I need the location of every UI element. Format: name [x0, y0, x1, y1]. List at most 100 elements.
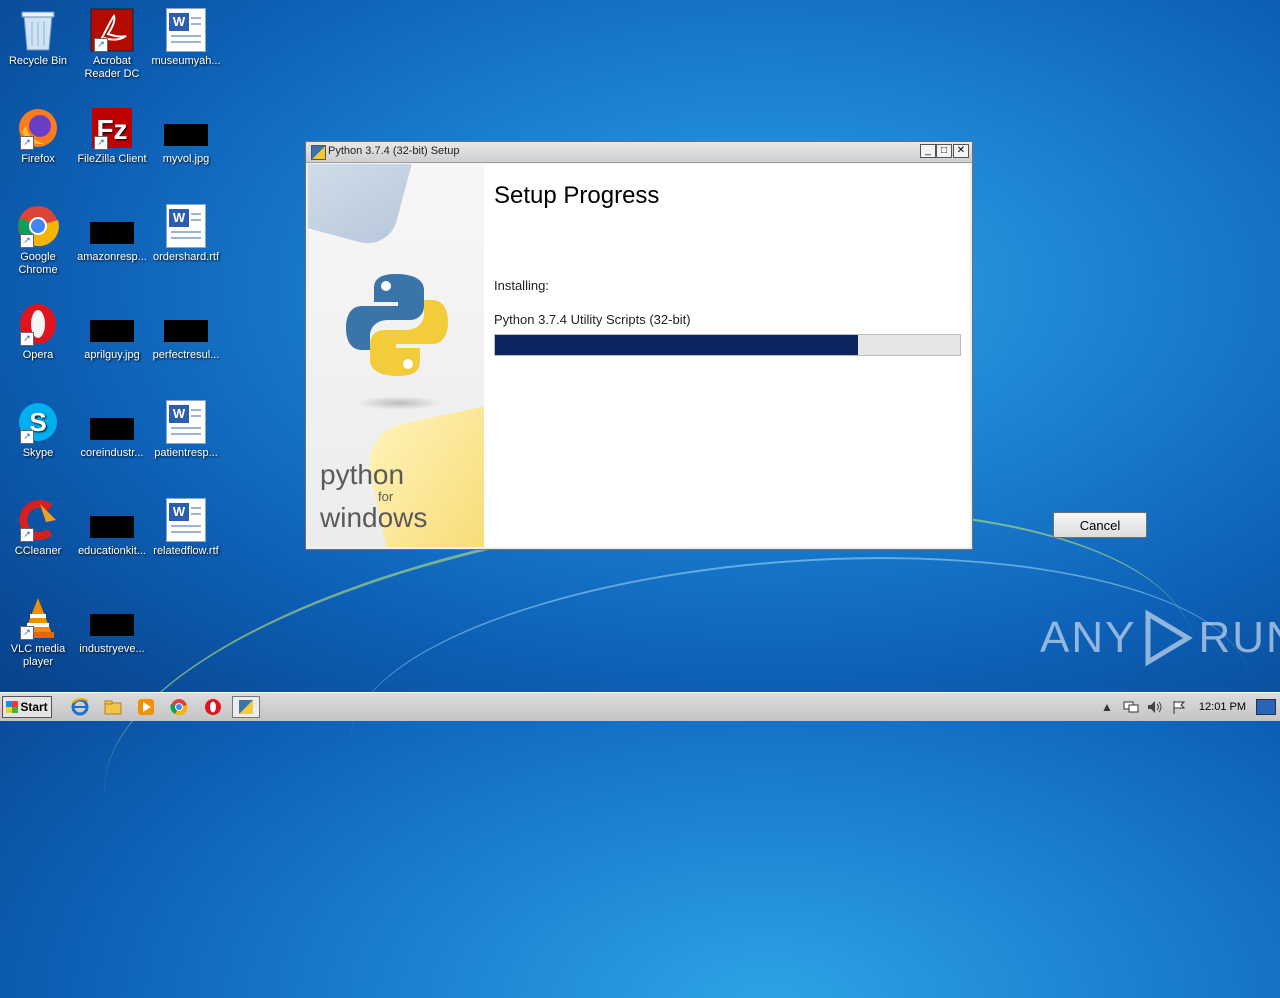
desktop-icon-file[interactable]: W patientresp...	[148, 400, 224, 460]
desktop-icon-label: Acrobat Reader DC	[84, 55, 140, 80]
desktop-icon-file[interactable]: perfectresul...	[148, 302, 224, 362]
desktop-icon-file[interactable]: aprilguy.jpg	[74, 302, 150, 362]
redacted-thumbnail-icon	[90, 498, 134, 542]
action-center-flag-icon[interactable]	[1170, 699, 1188, 715]
python-setup-icon	[239, 700, 253, 714]
desktop-icon-file[interactable]: W museumyah...	[148, 8, 224, 68]
vlc-cone-icon: ↗	[16, 596, 60, 640]
minimize-button[interactable]: _	[920, 144, 936, 158]
desktop-icon-recycle-bin[interactable]: Recycle Bin	[0, 8, 76, 68]
show-hidden-icons-chevron-icon[interactable]: ▲	[1098, 699, 1116, 715]
desktop-icon-file[interactable]: industryeve...	[74, 596, 150, 656]
desktop-icon-google-chrome[interactable]: ↗ Google Chrome	[0, 204, 76, 277]
internet-explorer-icon	[71, 698, 89, 716]
taskbar-chrome[interactable]	[165, 696, 193, 718]
system-tray: ▲ 12:01 PM	[1095, 695, 1280, 719]
python-setup-icon	[311, 145, 326, 160]
desktop-icon-label: myvol.jpg	[162, 153, 210, 165]
installing-label: Installing:	[494, 278, 549, 293]
desktop-icon-opera[interactable]: ↗ Opera	[0, 302, 76, 362]
desktop-icon-label: Recycle Bin	[8, 55, 68, 67]
installer-sidebar: python for windows	[308, 164, 484, 547]
desktop-icon-label: patientresp...	[154, 447, 218, 459]
window-title: Python 3.7.4 (32-bit) Setup	[328, 145, 460, 157]
word-document-icon: W	[164, 8, 208, 52]
desktop-icon-skype[interactable]: S ↗ Skype	[0, 400, 76, 460]
play-triangle-icon	[1145, 610, 1193, 666]
close-button[interactable]: ✕	[953, 144, 969, 158]
taskbar-clock[interactable]: 12:01 PM	[1199, 701, 1246, 713]
desktop-icon-label: perfectresul...	[152, 349, 220, 361]
taskbar-internet-explorer[interactable]	[66, 696, 94, 718]
desktop-icon-label: VLC media player	[10, 643, 66, 668]
desktop-icon-acrobat[interactable]: ↗ Acrobat Reader DC	[74, 8, 150, 81]
opera-icon	[205, 699, 221, 715]
progress-fill	[495, 335, 858, 355]
show-desktop-button[interactable]	[1256, 699, 1276, 715]
redacted-thumbnail-icon	[90, 596, 134, 640]
recycle-bin-icon	[16, 8, 60, 52]
taskbar-opera[interactable]	[199, 696, 227, 718]
desktop-icon-label: coreindustr...	[80, 447, 144, 459]
shortcut-arrow-icon: ↗	[94, 38, 108, 52]
filezilla-icon: Fz ↗	[90, 106, 134, 150]
taskbar-explorer[interactable]	[99, 696, 127, 718]
redacted-thumbnail-icon	[90, 204, 134, 248]
desktop-icon-label: Skype	[22, 447, 54, 459]
shortcut-arrow-icon: ↗	[94, 136, 108, 150]
anyrun-watermark: ANY RUN	[1040, 610, 1280, 666]
desktop-icon-file[interactable]: W ordershard.rtf	[148, 204, 224, 264]
redacted-thumbnail-icon	[164, 106, 208, 150]
cancel-button[interactable]: Cancel	[1053, 512, 1147, 538]
shortcut-arrow-icon: ↗	[20, 234, 34, 248]
decorative-shape	[308, 164, 423, 250]
window-titlebar[interactable]: Python 3.7.4 (32-bit) Setup _ □ ✕	[306, 142, 972, 163]
logo-shadow	[356, 396, 442, 410]
start-button[interactable]: Start	[2, 696, 52, 718]
shortcut-arrow-icon: ↗	[20, 430, 34, 444]
firefox-icon: ↗	[16, 106, 60, 150]
desktop-icon-label: amazonresp...	[77, 251, 147, 263]
chrome-icon: ↗	[16, 204, 60, 248]
desktop-icon-label: aprilguy.jpg	[84, 349, 140, 361]
acrobat-icon: ↗	[90, 8, 134, 52]
desktop-icon-filezilla[interactable]: Fz ↗ FileZilla Client	[74, 106, 150, 166]
opera-icon: ↗	[16, 302, 60, 346]
redacted-thumbnail-icon	[164, 302, 208, 346]
word-document-icon: W	[164, 204, 208, 248]
desktop-icon-ccleaner[interactable]: ↗ CCleaner	[0, 498, 76, 558]
maximize-button[interactable]: □	[936, 144, 952, 158]
volume-icon[interactable]	[1146, 699, 1164, 715]
taskbar-python-setup[interactable]	[232, 696, 260, 718]
windows-flag-icon	[6, 701, 19, 713]
desktop-icon-vlc[interactable]: ↗ VLC media player	[0, 596, 76, 669]
redacted-thumbnail-icon	[90, 400, 134, 444]
window-client-area: python for windows Setup Progress Instal…	[308, 164, 1147, 547]
desktop-icon-file[interactable]: myvol.jpg	[148, 106, 224, 166]
shortcut-arrow-icon: ↗	[20, 626, 34, 640]
desktop-icon-file[interactable]: coreindustr...	[74, 400, 150, 460]
desktop-icon-label: museumyah...	[151, 55, 221, 67]
desktop-icon-file[interactable]: amazonresp...	[74, 204, 150, 264]
explorer-icon	[104, 700, 122, 715]
shortcut-arrow-icon: ↗	[20, 332, 34, 346]
desktop-icon-label: ordershard.rtf	[152, 251, 220, 263]
desktop-icon-label: Google Chrome	[18, 251, 58, 276]
network-icon[interactable]	[1122, 699, 1140, 715]
redacted-thumbnail-icon	[90, 302, 134, 346]
desktop-icon-firefox[interactable]: ↗ Firefox	[0, 106, 76, 166]
ccleaner-icon: ↗	[16, 498, 60, 542]
desktop-icon-label: Firefox	[21, 153, 55, 165]
desktop-icon-file[interactable]: W relatedflow.rtf	[148, 498, 224, 558]
taskbar-media-player[interactable]	[132, 696, 160, 718]
desktop-icon-label: industryeve...	[79, 643, 145, 655]
install-progress-bar	[494, 334, 961, 356]
desktop-icon-label: educationkit...	[78, 545, 146, 557]
word-document-icon: W	[164, 400, 208, 444]
shortcut-arrow-icon: ↗	[20, 528, 34, 542]
installer-content: Setup Progress Installing: Python 3.7.4 …	[494, 164, 1147, 547]
chrome-icon	[170, 699, 188, 716]
desktop-icon-file[interactable]: educationkit...	[74, 498, 150, 558]
desktop-icon-label: relatedflow.rtf	[153, 545, 219, 557]
python-setup-window[interactable]: Python 3.7.4 (32-bit) Setup _ □ ✕ python…	[305, 141, 1147, 550]
